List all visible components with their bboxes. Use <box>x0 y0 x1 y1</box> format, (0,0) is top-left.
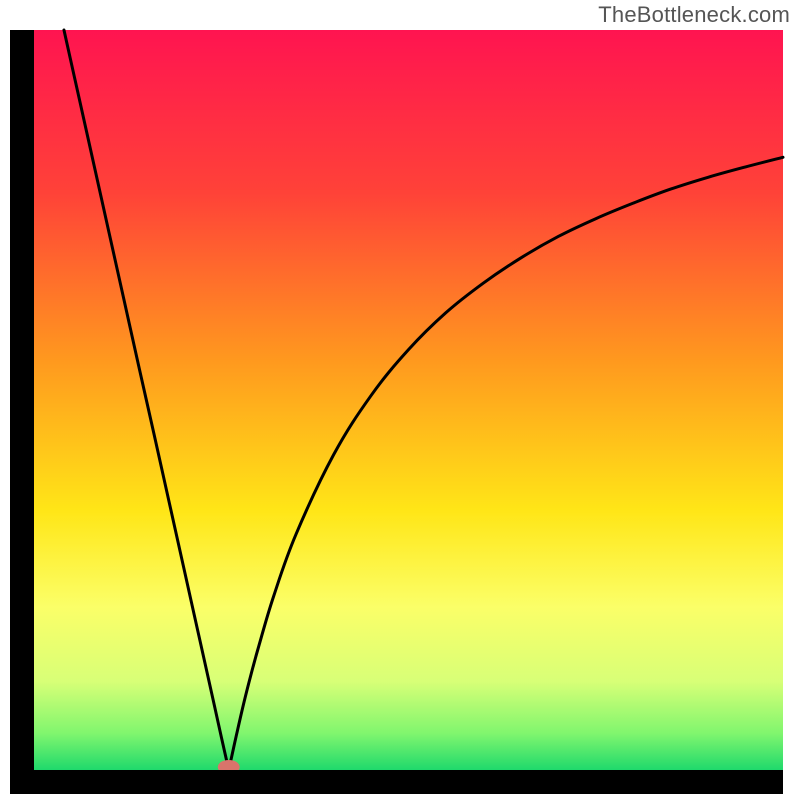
watermark-label: TheBottleneck.com <box>598 2 790 28</box>
y-axis <box>10 30 34 794</box>
chart-svg <box>0 0 800 800</box>
bottleneck-chart: TheBottleneck.com <box>0 0 800 800</box>
x-axis <box>10 770 783 794</box>
